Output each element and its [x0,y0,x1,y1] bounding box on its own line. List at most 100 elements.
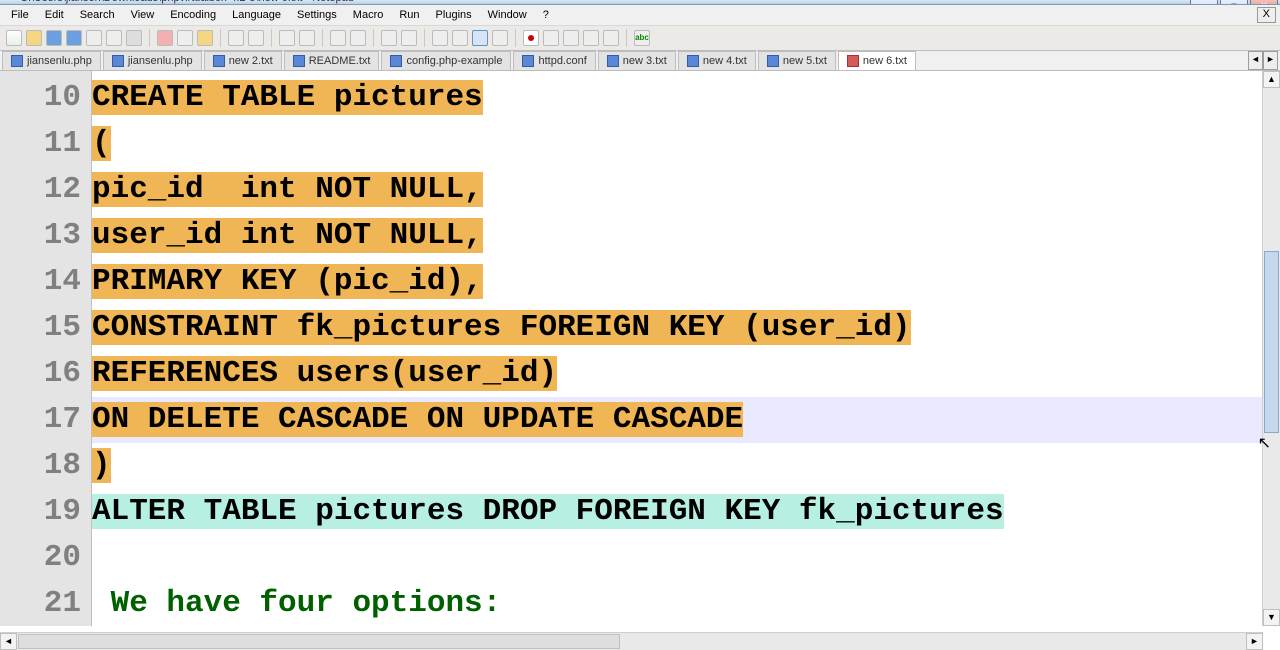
minimize-button[interactable]: _ [1190,0,1218,5]
copy-icon[interactable] [177,30,193,46]
code-text[interactable]: user_id int NOT NULL, [92,218,483,253]
document-tab[interactable]: jiansenlu.php [103,51,202,70]
code-line[interactable]: ) [92,443,1280,489]
save-macro-icon[interactable] [603,30,619,46]
code-line[interactable]: pic_id int NOT NULL, [92,167,1280,213]
cut-icon[interactable] [157,30,173,46]
redo-icon[interactable] [248,30,264,46]
sync-v-icon[interactable] [381,30,397,46]
line-number[interactable]: 12 [0,167,91,213]
titlebar[interactable]: C:\Users\jiansen\Downloads\phpvirtualbox… [0,0,1280,5]
open-file-icon[interactable] [26,30,42,46]
code-text[interactable]: CREATE TABLE pictures [92,80,483,115]
show-all-chars-icon[interactable] [452,30,468,46]
tab-scroll-left[interactable]: ◄ [1248,51,1263,70]
code-line[interactable]: REFERENCES users(user_id) [92,351,1280,397]
wrap-icon[interactable] [432,30,448,46]
code-text[interactable]: ALTER TABLE pictures DROP FOREIGN KEY fk… [92,494,1004,529]
document-tab[interactable]: README.txt [284,51,380,70]
close-all-icon[interactable] [106,30,122,46]
menu-plugins[interactable]: Plugins [429,7,479,23]
line-number[interactable]: 16 [0,351,91,397]
menu-view[interactable]: View [124,7,162,23]
code-text[interactable]: ) [92,448,111,483]
line-number[interactable]: 11 [0,121,91,167]
code-line[interactable] [92,535,1280,581]
line-number[interactable]: 18 [0,443,91,489]
menu-encoding[interactable]: Encoding [163,7,223,23]
close-button[interactable]: X [1250,0,1278,5]
code-text[interactable]: PRIMARY KEY (pic_id), [92,264,483,299]
line-number[interactable]: 19 [0,489,91,535]
code-text[interactable]: pic_id int NOT NULL, [92,172,483,207]
code-text[interactable]: REFERENCES users(user_id) [92,356,557,391]
code-line[interactable]: CREATE TABLE pictures [92,75,1280,121]
menu-window[interactable]: Window [481,7,534,23]
menu-run[interactable]: Run [392,7,426,23]
stop-macro-icon[interactable] [543,30,559,46]
code-line[interactable]: ( [92,121,1280,167]
scroll-up-icon[interactable]: ▲ [1263,71,1280,88]
line-number[interactable]: 17 [0,397,91,443]
menu-restore-close[interactable]: X [1257,7,1276,23]
menu-help[interactable]: ? [536,7,556,23]
vertical-scroll-thumb[interactable] [1264,251,1279,433]
code-text[interactable]: ON DELETE CASCADE ON UPDATE CASCADE [92,402,743,437]
code-line[interactable]: user_id int NOT NULL, [92,213,1280,259]
code-text[interactable]: CONSTRAINT fk_pictures FOREIGN KEY (user… [92,310,911,345]
document-tab[interactable]: new 2.txt [204,51,282,70]
line-number[interactable]: 14 [0,259,91,305]
record-macro-icon[interactable] [523,30,539,46]
zoom-out-icon[interactable] [350,30,366,46]
line-number[interactable]: 13 [0,213,91,259]
document-tab[interactable]: config.php-example [381,51,511,70]
user-lang-icon[interactable] [492,30,508,46]
save-icon[interactable] [46,30,62,46]
document-tab[interactable]: new 5.txt [758,51,836,70]
zoom-in-icon[interactable] [330,30,346,46]
horizontal-scroll-thumb[interactable] [18,634,620,649]
sync-h-icon[interactable] [401,30,417,46]
find-icon[interactable] [279,30,295,46]
line-number[interactable]: 21 [0,581,91,626]
code-text[interactable]: ( [92,126,111,161]
document-tab[interactable]: new 3.txt [598,51,676,70]
code-line[interactable]: We have four options: [92,581,1280,626]
vertical-scrollbar[interactable]: ▲ ▼ [1262,71,1280,626]
code-area[interactable]: CREATE TABLE pictures ( pic_id int NOT NUL… [92,71,1280,626]
menu-file[interactable]: File [4,7,36,23]
document-tab[interactable]: httpd.conf [513,51,595,70]
replace-icon[interactable] [299,30,315,46]
menu-macro[interactable]: Macro [346,7,391,23]
indent-guide-icon[interactable] [472,30,488,46]
line-number[interactable]: 10 [0,75,91,121]
line-number-gutter[interactable]: 101112131415161718192021 [0,71,92,626]
code-line[interactable]: ALTER TABLE pictures DROP FOREIGN KEY fk… [92,489,1280,535]
close-icon[interactable] [86,30,102,46]
code-line[interactable]: PRIMARY KEY (pic_id), [92,259,1280,305]
scroll-right-icon[interactable]: ► [1246,633,1263,650]
code-line[interactable]: CONSTRAINT fk_pictures FOREIGN KEY (user… [92,305,1280,351]
play-multi-icon[interactable] [583,30,599,46]
paste-icon[interactable] [197,30,213,46]
menu-language[interactable]: Language [225,7,288,23]
print-icon[interactable] [126,30,142,46]
document-tab[interactable]: new 4.txt [678,51,756,70]
document-tab[interactable]: new 6.txt [838,51,916,70]
menu-search[interactable]: Search [73,7,122,23]
scroll-left-icon[interactable]: ◄ [0,633,17,650]
line-number[interactable]: 15 [0,305,91,351]
scroll-down-icon[interactable]: ▼ [1263,609,1280,626]
line-number[interactable]: 20 [0,535,91,581]
code-text[interactable]: We have four options: [92,586,501,621]
menu-settings[interactable]: Settings [290,7,344,23]
undo-icon[interactable] [228,30,244,46]
menu-edit[interactable]: Edit [38,7,71,23]
save-all-icon[interactable] [66,30,82,46]
play-macro-icon[interactable] [563,30,579,46]
tab-scroll-right[interactable]: ► [1263,51,1278,70]
document-tab[interactable]: jiansenlu.php [2,51,101,70]
horizontal-scrollbar[interactable]: ◄ ► [0,632,1263,650]
spell-check-icon[interactable]: abc [634,30,650,46]
new-file-icon[interactable] [6,30,22,46]
